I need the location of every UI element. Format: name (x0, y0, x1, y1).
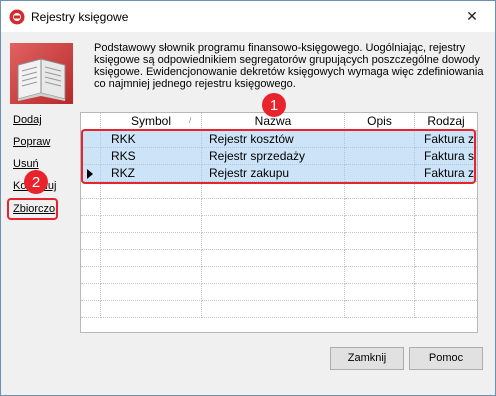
close-window-button[interactable]: ✕ (449, 1, 495, 32)
empty-cell (202, 267, 345, 284)
empty-cell (101, 216, 202, 233)
empty-row (81, 250, 477, 267)
delete-link[interactable]: Usuń (13, 158, 39, 170)
column-header-description[interactable]: Opis (345, 113, 415, 130)
empty-cell (345, 216, 415, 233)
empty-cell (202, 233, 345, 250)
empty-row (81, 301, 477, 318)
empty-row (81, 267, 477, 284)
empty-cell (345, 301, 415, 318)
empty-cell (202, 301, 345, 318)
empty-row (81, 233, 477, 250)
open-book-icon (10, 43, 73, 104)
empty-cell (415, 284, 477, 301)
close-icon: ✕ (466, 8, 478, 24)
empty-cell (415, 216, 477, 233)
empty-cell (415, 250, 477, 267)
empty-cell (101, 233, 202, 250)
empty-row (81, 199, 477, 216)
empty-cell (415, 267, 477, 284)
empty-cell (101, 250, 202, 267)
empty-cell (202, 250, 345, 267)
empty-cell (415, 199, 477, 216)
empty-cell (415, 301, 477, 318)
empty-cell (415, 233, 477, 250)
empty-row (81, 284, 477, 301)
empty-cell (101, 284, 202, 301)
empty-cell (81, 233, 101, 250)
empty-cell (81, 216, 101, 233)
add-link[interactable]: Dodaj (13, 114, 42, 126)
help-button[interactable]: Pomoc (409, 347, 483, 370)
empty-cell (345, 284, 415, 301)
callout-badge-1: 1 (262, 93, 286, 117)
empty-cell (202, 284, 345, 301)
empty-cell (202, 199, 345, 216)
empty-row (81, 216, 477, 233)
column-header-document-type[interactable]: Rodzaj dow (415, 113, 477, 145)
column-header-symbol[interactable]: Symbol (101, 113, 202, 130)
window-title: Rejestry księgowe (31, 10, 129, 24)
empty-cell (101, 301, 202, 318)
empty-cell (81, 284, 101, 301)
empty-cell (202, 216, 345, 233)
empty-cell (81, 250, 101, 267)
empty-cell (345, 250, 415, 267)
empty-cell (345, 267, 415, 284)
empty-cell (345, 233, 415, 250)
empty-cell (101, 199, 202, 216)
empty-cell (81, 182, 101, 199)
empty-cell (101, 182, 202, 199)
indicator-column-header (81, 113, 101, 130)
empty-cell (101, 267, 202, 284)
callout-highlight-batch-link (7, 198, 58, 220)
app-logo-icon (9, 9, 25, 25)
edit-link[interactable]: Popraw (13, 136, 50, 148)
callout-badge-2: 2 (24, 170, 48, 194)
empty-row (81, 182, 477, 199)
empty-cell (81, 199, 101, 216)
callout-highlight-grid-rows (81, 129, 476, 184)
sort-indicator-icon: / (189, 116, 192, 125)
close-button[interactable]: Zamknij (330, 347, 404, 370)
empty-cell (81, 267, 101, 284)
empty-cell (345, 199, 415, 216)
dialog-content: Podstawowy słownik programu finansowo-ks… (1, 32, 495, 395)
empty-cell (81, 301, 101, 318)
empty-cell (415, 182, 477, 199)
empty-cell (345, 182, 415, 199)
title-bar[interactable]: Rejestry księgowe ✕ (1, 1, 495, 32)
dialog-window: Rejestry księgowe ✕ Podstawowy słownik p… (0, 0, 496, 396)
empty-cell (202, 182, 345, 199)
description-text: Podstawowy słownik programu finansowo-ks… (94, 42, 484, 90)
